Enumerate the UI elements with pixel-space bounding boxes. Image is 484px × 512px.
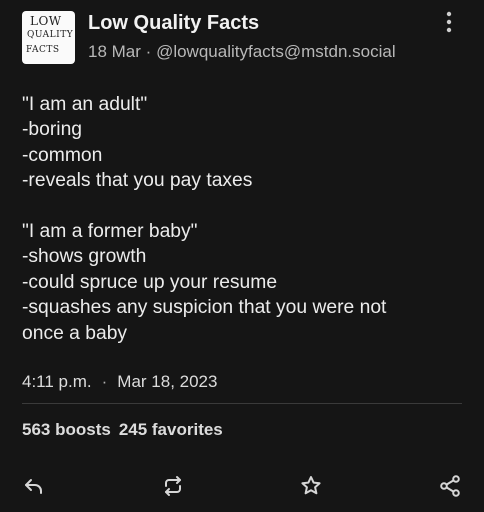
post-line: -could spruce up your resume bbox=[22, 271, 278, 293]
post-line: "I am an adult" bbox=[22, 94, 148, 115]
post-line: -squashes any suspicion that you were no… bbox=[22, 297, 387, 319]
reply-icon[interactable] bbox=[22, 474, 46, 498]
post-stats: 563 boosts 245 favorites bbox=[22, 420, 223, 440]
divider bbox=[22, 403, 462, 404]
post-meta: 18 Mar · @lowqualityfacts@mstdn.social bbox=[88, 42, 396, 62]
favorites-count[interactable]: 245 favorites bbox=[119, 420, 223, 439]
more-options-icon[interactable] bbox=[444, 11, 454, 33]
post-line: -boring bbox=[22, 119, 83, 141]
avatar-text-line3: FACTS bbox=[26, 45, 60, 55]
avatar-text-line2: QUALITY bbox=[27, 30, 74, 40]
post-line: -common bbox=[22, 144, 103, 166]
post-date: 18 Mar bbox=[88, 42, 141, 61]
author-name[interactable]: Low Quality Facts bbox=[88, 12, 259, 35]
author-handle[interactable]: @lowqualityfacts@mstdn.social bbox=[156, 42, 396, 61]
post-line: "I am a former baby" bbox=[22, 221, 198, 243]
avatar[interactable]: LOW QUALITY FACTS bbox=[22, 11, 75, 64]
post-body: "I am an adult" -boring -common -reveals… bbox=[22, 92, 462, 346]
share-icon[interactable] bbox=[438, 474, 462, 498]
post-time: 4:11 p.m. bbox=[22, 372, 92, 391]
avatar-text-line1: LOW bbox=[30, 14, 62, 28]
post-date-long: Mar 18, 2023 bbox=[117, 372, 218, 391]
favorite-icon[interactable] bbox=[299, 474, 323, 498]
boosts-count[interactable]: 563 boosts bbox=[22, 420, 111, 439]
post-line: -reveals that you pay taxes bbox=[22, 170, 253, 192]
post-line: -shows growth bbox=[22, 246, 147, 268]
boost-icon[interactable] bbox=[161, 474, 185, 498]
post-line: once a baby bbox=[22, 322, 128, 344]
meta-separator: · bbox=[145, 42, 152, 61]
post-timestamp: 4:11 p.m. · Mar 18, 2023 bbox=[22, 372, 217, 392]
timestamp-separator: · bbox=[101, 372, 108, 391]
